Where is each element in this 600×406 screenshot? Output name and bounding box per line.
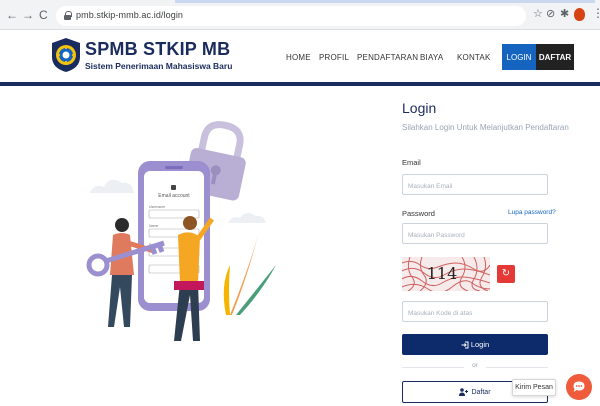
user-plus-icon (459, 388, 469, 396)
header-daftar-button[interactable]: DAFTAR (536, 44, 574, 70)
login-button-label: Login (470, 340, 490, 349)
captcha-input[interactable] (403, 304, 547, 323)
login-illustration: Email account Username Name Password (86, 121, 276, 341)
brand-title[interactable]: SPMB STKIP MB (85, 39, 230, 60)
header-login-button[interactable]: LOGIN (502, 44, 536, 70)
brand-subtitle: Sistem Penerimaan Mahasiswa Baru (85, 61, 233, 71)
nav-kontak[interactable]: KONTAK (457, 53, 491, 62)
password-input[interactable] (403, 226, 547, 245)
reload-icon[interactable]: C (39, 9, 48, 21)
captcha-text: 114 (427, 264, 458, 283)
forward-icon[interactable]: → (22, 9, 34, 21)
nav-home[interactable]: HOME (286, 53, 311, 62)
sign-in-icon (461, 341, 469, 348)
browser-menu-icon[interactable]: ⋮ (592, 7, 600, 19)
login-subtitle: Silahkan Login Untuk Melanjutkan Pendaft… (402, 123, 569, 132)
refresh-icon: ↻ (501, 268, 511, 279)
nav-profil[interactable]: PROFIL (319, 53, 349, 62)
divider-line-right (486, 367, 548, 368)
email-field[interactable] (402, 174, 548, 196)
phone-field-2: Name (149, 224, 158, 228)
address-bar[interactable]: pmb.stkip-mmb.ac.id/login (56, 6, 526, 26)
chat-button[interactable] (566, 374, 592, 400)
lock-icon (64, 11, 72, 20)
login-title: Login (402, 100, 437, 116)
puzzle-icon[interactable]: ✱ (560, 8, 569, 20)
password-label: Password (402, 209, 435, 218)
browser-toolbar: ← → C pmb.stkip-mmb.ac.id/login ☆ ⊘ ✱ ⋮ (0, 0, 600, 30)
chat-tooltip[interactable]: Kirim Pesan (512, 379, 556, 396)
url-text[interactable]: pmb.stkip-mmb.ac.id/login (76, 10, 183, 20)
profile-extension-icon[interactable] (574, 8, 585, 21)
nav-biaya[interactable]: BIAYA (420, 53, 443, 62)
phone-title: Email account (158, 193, 190, 199)
refresh-captcha-button[interactable]: ↻ (497, 265, 515, 283)
or-divider: or (402, 362, 548, 372)
extension-icon[interactable]: ⊘ (546, 8, 555, 20)
forgot-password-link[interactable]: Lupa password? (508, 209, 556, 216)
chat-bubble-icon (573, 381, 585, 392)
bookmark-star-icon[interactable]: ☆ (533, 8, 543, 20)
stkip-logo-icon[interactable] (50, 37, 82, 73)
password-field[interactable] (402, 223, 548, 245)
back-icon[interactable]: ← (6, 9, 18, 21)
nav-pendaftaran[interactable]: PENDAFTARAN (357, 53, 418, 62)
email-input[interactable] (403, 177, 547, 196)
site-header: SPMB STKIP MB Sistem Penerimaan Mahasisw… (0, 30, 600, 86)
email-label: Email (402, 158, 421, 167)
tab-strip-accent (175, 0, 595, 3)
login-button[interactable]: Login (402, 334, 548, 355)
captcha-field[interactable] (402, 301, 548, 323)
captcha-image: 114 (402, 257, 490, 291)
phone-field-1: Username (149, 205, 165, 209)
daftar-button-label: Daftar (471, 388, 491, 396)
